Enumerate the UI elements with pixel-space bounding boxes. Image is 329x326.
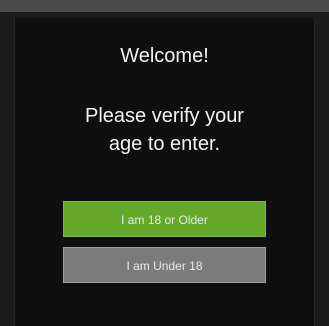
age-verification-dialog: Welcome! Please verify your age to enter… — [14, 18, 315, 326]
message-line-1: Please verify your — [85, 105, 244, 127]
message-line-2: age to enter. — [108, 133, 221, 155]
under-18-button[interactable]: I am Under 18 — [63, 247, 266, 283]
top-bar — [0, 0, 329, 12]
verification-message: Please verify your age to enter. — [15, 102, 314, 158]
age-gate-page: Welcome! Please verify your age to enter… — [0, 0, 329, 326]
age-18-or-older-button[interactable]: I am 18 or Older — [63, 201, 266, 237]
dialog-title: Welcome! — [120, 45, 209, 67]
